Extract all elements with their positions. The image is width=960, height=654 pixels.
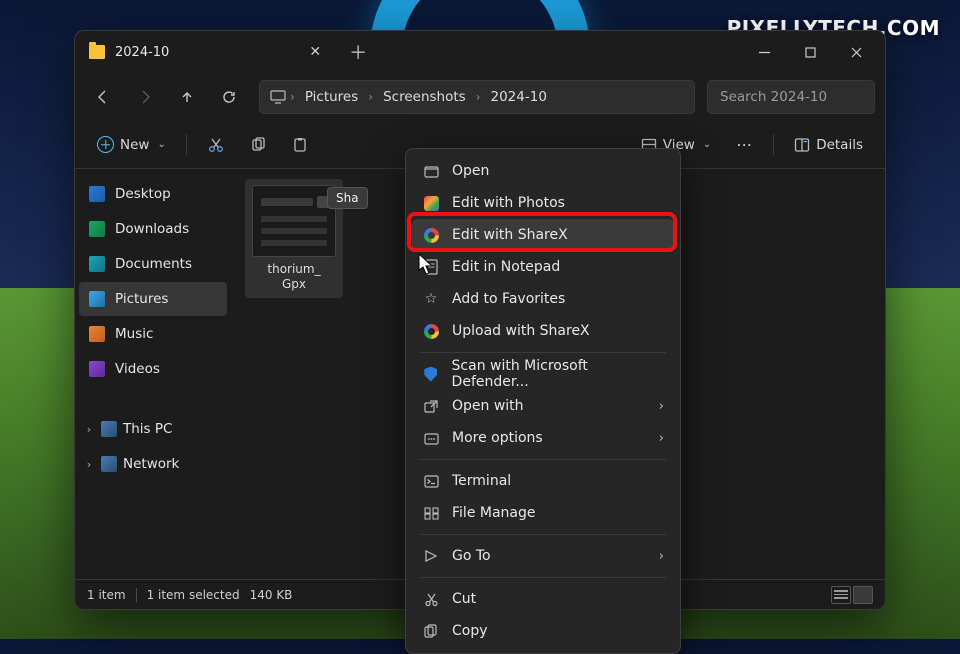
breadcrumb-seg[interactable]: 2024-10 (485, 87, 553, 107)
nav-bar: › Pictures › Screenshots › 2024-10 Searc… (75, 73, 885, 121)
filename-tooltip: Sha (327, 187, 368, 209)
chevron-right-icon: › (290, 90, 295, 104)
ctx-edit-sharex[interactable]: Edit with ShareX (412, 219, 674, 251)
star-icon: ☆ (422, 290, 440, 308)
details-icon (794, 137, 810, 153)
thumbnail-preview (252, 185, 336, 257)
goto-icon (422, 547, 440, 565)
back-button[interactable] (85, 80, 121, 114)
videos-icon (89, 361, 105, 377)
menu-separator (420, 459, 666, 460)
minimize-button[interactable] (741, 36, 787, 68)
ctx-cut[interactable]: Cut (412, 583, 674, 615)
copy-icon (422, 622, 440, 640)
breadcrumb-seg[interactable]: Screenshots (377, 87, 472, 107)
ctx-copy[interactable]: Copy (412, 615, 674, 647)
search-input[interactable]: Search 2024-10 (707, 80, 875, 114)
photos-icon (422, 194, 440, 212)
selection-count: 1 item selected (147, 588, 240, 602)
window-title: 2024-10 (115, 45, 169, 60)
paste-button[interactable] (281, 128, 319, 162)
details-view-button[interactable] (831, 586, 851, 604)
ctx-more-options[interactable]: More options› (412, 422, 674, 454)
filemgr-icon (422, 504, 440, 522)
ctx-open[interactable]: Open (412, 155, 674, 187)
sidebar-item-desktop[interactable]: Desktop (79, 177, 227, 211)
cut-button[interactable] (197, 128, 235, 162)
new-button[interactable]: New ⌄ (87, 128, 176, 162)
chevron-right-icon: › (659, 549, 664, 564)
ctx-open-with[interactable]: Open with› (412, 390, 674, 422)
sidebar: Desktop Downloads Documents Pictures Mus… (75, 169, 231, 579)
context-menu: Open Edit with Photos Edit with ShareX E… (405, 148, 681, 654)
ctx-defender-scan[interactable]: Scan with Microsoft Defender... (412, 358, 674, 390)
sidebar-item-pictures[interactable]: Pictures (79, 282, 227, 316)
folder-icon (89, 45, 105, 59)
sidebar-network[interactable]: ›Network (79, 447, 227, 481)
sidebar-item-downloads[interactable]: Downloads (79, 212, 227, 246)
maximize-button[interactable] (787, 36, 833, 68)
chevron-right-icon: › (368, 90, 373, 104)
network-icon (101, 456, 117, 472)
chevron-right-icon: › (659, 431, 664, 446)
sidebar-item-documents[interactable]: Documents (79, 247, 227, 281)
plus-icon (97, 136, 114, 153)
sidebar-item-videos[interactable]: Videos (79, 352, 227, 386)
menu-separator (420, 352, 666, 353)
refresh-button[interactable] (211, 80, 247, 114)
sidebar-item-music[interactable]: Music (79, 317, 227, 351)
forward-button[interactable] (127, 80, 163, 114)
copy-button[interactable] (239, 128, 277, 162)
chevron-right-icon: › (83, 458, 95, 471)
ctx-file-manage[interactable]: File Manage (412, 497, 674, 529)
sidebar-this-pc[interactable]: ›This PC (79, 412, 227, 446)
ctx-add-favorites[interactable]: ☆Add to Favorites (412, 283, 674, 315)
openwith-icon (422, 397, 440, 415)
chevron-down-icon: ⌄ (157, 139, 165, 150)
downloads-icon (89, 221, 105, 237)
tab-close-button[interactable]: ✕ (309, 44, 321, 60)
pictures-icon (89, 291, 105, 307)
chevron-right-icon: › (83, 423, 95, 436)
more-button[interactable]: ⋯ (725, 128, 763, 162)
item-count: 1 item (87, 588, 126, 602)
ctx-go-to[interactable]: Go To› (412, 540, 674, 572)
ctx-terminal[interactable]: Terminal (412, 465, 674, 497)
terminal-icon (422, 472, 440, 490)
up-button[interactable] (169, 80, 205, 114)
monitor-icon (270, 90, 286, 104)
cut-icon (422, 590, 440, 608)
ctx-edit-photos[interactable]: Edit with Photos (412, 187, 674, 219)
sharex-icon (422, 322, 440, 340)
details-pane-button[interactable]: Details (784, 128, 873, 162)
selection-size: 140 KB (250, 588, 293, 602)
ctx-edit-notepad[interactable]: Edit in Notepad (412, 251, 674, 283)
sharex-icon (422, 226, 440, 244)
close-button[interactable] (833, 36, 879, 68)
more-icon (422, 429, 440, 447)
thumbnails-view-button[interactable] (853, 586, 873, 604)
music-icon (89, 326, 105, 342)
thumbnail-caption: thorium_Gpx (267, 262, 320, 292)
menu-separator (420, 577, 666, 578)
open-icon (422, 162, 440, 180)
new-tab-button[interactable]: ＋ (349, 39, 367, 65)
pc-icon (101, 421, 117, 437)
menu-separator (420, 534, 666, 535)
breadcrumb-seg[interactable]: Pictures (299, 87, 364, 107)
chevron-right-icon: › (476, 90, 481, 104)
shield-icon (422, 365, 440, 383)
chevron-right-icon: › (659, 399, 664, 414)
mouse-cursor (418, 253, 434, 275)
desktop-icon (89, 186, 105, 202)
ctx-upload-sharex[interactable]: Upload with ShareX (412, 315, 674, 347)
chevron-down-icon: ⌄ (703, 139, 711, 150)
address-bar[interactable]: › Pictures › Screenshots › 2024-10 (259, 80, 695, 114)
titlebar: 2024-10 ✕ ＋ (75, 31, 885, 73)
documents-icon (89, 256, 105, 272)
toolbar-separator (186, 134, 187, 156)
toolbar-separator (773, 134, 774, 156)
